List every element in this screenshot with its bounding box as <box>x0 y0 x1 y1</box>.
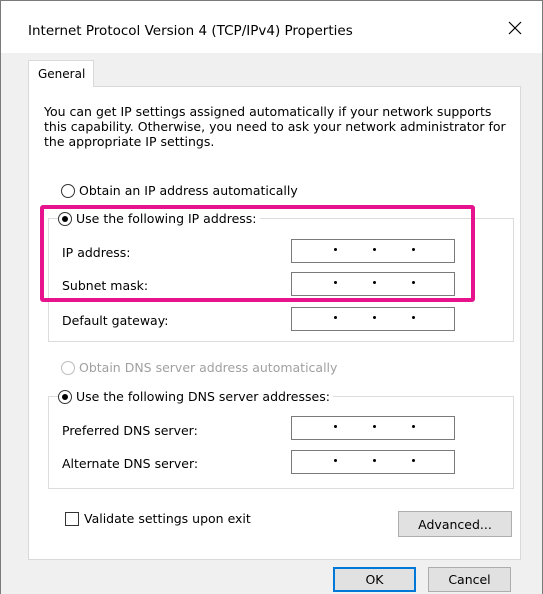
title-bar: Internet Protocol Version 4 (TCP/IPv4) P… <box>1 1 542 53</box>
validate-settings-label: Validate settings upon exit <box>84 511 251 526</box>
octet-separator <box>412 425 415 428</box>
validate-settings-checkbox[interactable]: Validate settings upon exit <box>65 511 251 526</box>
obtain-ip-automatically-label: Obtain an IP address automatically <box>79 183 298 198</box>
ok-button[interactable]: OK <box>333 567 416 592</box>
checkbox-icon <box>65 511 79 526</box>
radio-disabled-icon <box>61 360 75 375</box>
subnet-mask-label: Subnet mask: <box>62 278 149 293</box>
dialog-window: Internet Protocol Version 4 (TCP/IPv4) P… <box>0 0 543 594</box>
ip-address-input[interactable] <box>291 239 455 263</box>
intro-text: You can get IP settings assigned automat… <box>44 104 506 149</box>
alternate-dns-input[interactable] <box>291 450 455 474</box>
close-icon <box>508 21 522 35</box>
octet-separator <box>412 248 415 251</box>
use-following-dns-radio[interactable]: Use the following DNS server addresses: <box>58 389 333 404</box>
use-following-dns-label: Use the following DNS server addresses: <box>76 389 330 404</box>
close-button[interactable] <box>498 13 532 43</box>
octet-separator <box>373 316 376 319</box>
radio-selected-icon <box>58 211 72 226</box>
octet-separator <box>334 425 337 428</box>
use-following-ip-label: Use the following IP address: <box>76 211 257 226</box>
subnet-mask-input[interactable] <box>291 272 455 296</box>
obtain-dns-automatically-label: Obtain DNS server address automatically <box>79 360 338 375</box>
alternate-dns-label: Alternate DNS server: <box>62 456 199 471</box>
dns-server-groupbox <box>48 396 514 489</box>
octet-separator <box>412 459 415 462</box>
octet-separator <box>373 459 376 462</box>
radio-circle-icon <box>61 183 75 198</box>
obtain-ip-automatically-radio[interactable]: Obtain an IP address automatically <box>61 183 301 198</box>
tab-general[interactable]: General <box>28 60 94 87</box>
radio-selected-icon <box>58 389 72 404</box>
octet-separator <box>373 281 376 284</box>
default-gateway-input[interactable] <box>291 307 455 331</box>
octet-separator <box>334 316 337 319</box>
use-following-ip-radio[interactable]: Use the following IP address: <box>58 211 260 226</box>
octet-separator <box>412 316 415 319</box>
octet-separator <box>334 281 337 284</box>
octet-separator <box>412 281 415 284</box>
preferred-dns-label: Preferred DNS server: <box>62 423 198 438</box>
advanced-button[interactable]: Advanced... <box>398 511 512 537</box>
octet-separator <box>373 248 376 251</box>
octet-separator <box>373 425 376 428</box>
tab-general-label: General <box>38 67 86 81</box>
window-title: Internet Protocol Version 4 (TCP/IPv4) P… <box>28 23 353 39</box>
preferred-dns-input[interactable] <box>291 416 455 440</box>
octet-separator <box>334 459 337 462</box>
obtain-dns-automatically-radio[interactable]: Obtain DNS server address automatically <box>61 360 341 375</box>
ip-address-label: IP address: <box>62 245 131 260</box>
octet-separator <box>334 248 337 251</box>
cancel-button[interactable]: Cancel <box>428 567 511 592</box>
default-gateway-label: Default gateway: <box>62 313 169 328</box>
